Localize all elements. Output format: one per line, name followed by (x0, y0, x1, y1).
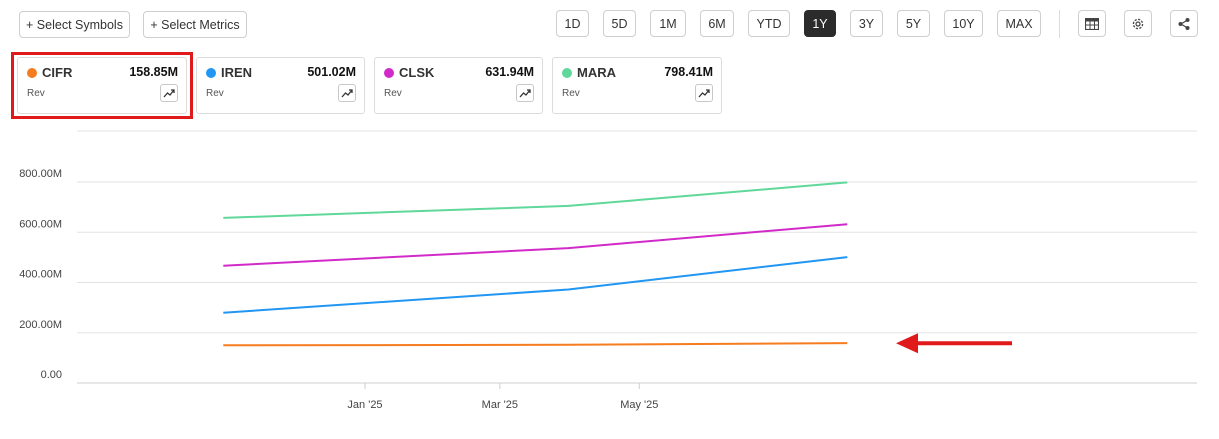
y-tick-label: 400.00M (19, 269, 62, 281)
series-line-iren (223, 256, 848, 314)
range-button-1m[interactable]: 1M (650, 10, 686, 37)
symbol-card-iren[interactable]: IREN 501.02M Rev (196, 57, 365, 114)
range-button-1d[interactable]: 1D (556, 10, 589, 37)
select-metrics-button[interactable]: + Select Metrics (143, 11, 247, 38)
trend-up-icon (341, 89, 353, 98)
x-tick-label: Jan '25 (347, 399, 382, 411)
range-button-6m[interactable]: 6M (700, 10, 734, 37)
y-tick-label: 600.00M (19, 218, 62, 230)
share-button[interactable] (1170, 10, 1198, 37)
annotation-layer (896, 333, 1012, 354)
series-color-dot (562, 68, 572, 78)
table-view-button[interactable] (1078, 10, 1106, 37)
y-tick-label: 0.00 (41, 369, 62, 381)
range-button-1y[interactable]: 1Y (804, 10, 836, 37)
series-color-dot (206, 68, 216, 78)
card-value: 501.02M (307, 65, 356, 79)
series-line-clsk (223, 223, 848, 267)
card-metric: Rev (206, 88, 224, 99)
annotation-arrow-head (896, 333, 918, 354)
revenue-line-chart: 0.00 200.00M 400.00M 600.00M 800.00M Jan '25 M… (19, 130, 1197, 411)
share-icon (1178, 17, 1190, 30)
range-button-3y[interactable]: 3Y (850, 10, 883, 37)
trend-up-icon (519, 89, 531, 98)
series-color-dot (384, 68, 394, 78)
card-symbol: CLSK (399, 65, 435, 80)
y-tick-label: 200.00M (19, 319, 62, 331)
x-tick-label: Mar '25 (482, 399, 518, 411)
table-icon (1085, 17, 1099, 30)
card-symbol: MARA (577, 65, 616, 80)
x-tick-label: May '25 (620, 399, 658, 411)
highlight-box (11, 52, 193, 119)
card-metric: Rev (562, 88, 580, 99)
settings-button[interactable] (1124, 10, 1152, 37)
select-symbols-button[interactable]: + Select Symbols (19, 11, 130, 38)
range-button-max[interactable]: MAX (997, 10, 1041, 37)
trend-chart-button[interactable] (338, 84, 356, 102)
range-button-ytd[interactable]: YTD (748, 10, 790, 37)
card-value: 798.41M (664, 65, 713, 79)
trend-chart-button[interactable] (695, 84, 713, 102)
range-button-5d[interactable]: 5D (603, 10, 636, 37)
symbol-card-mara[interactable]: MARA 798.41M Rev (552, 57, 722, 114)
gear-icon (1132, 18, 1144, 29)
toolbar-separator (1059, 10, 1060, 38)
series-layer (223, 181, 848, 347)
range-button-10y[interactable]: 10Y (944, 10, 983, 37)
card-value: 631.94M (485, 65, 534, 79)
symbol-card-clsk[interactable]: CLSK 631.94M Rev (374, 57, 543, 114)
y-tick-label: 800.00M (19, 168, 62, 180)
range-button-5y[interactable]: 5Y (897, 10, 930, 37)
trend-chart-button[interactable] (516, 84, 534, 102)
series-line-cifr (223, 342, 848, 347)
card-symbol: IREN (221, 65, 253, 80)
card-metric: Rev (384, 88, 402, 99)
series-line-mara (223, 181, 848, 219)
trend-up-icon (698, 89, 710, 98)
